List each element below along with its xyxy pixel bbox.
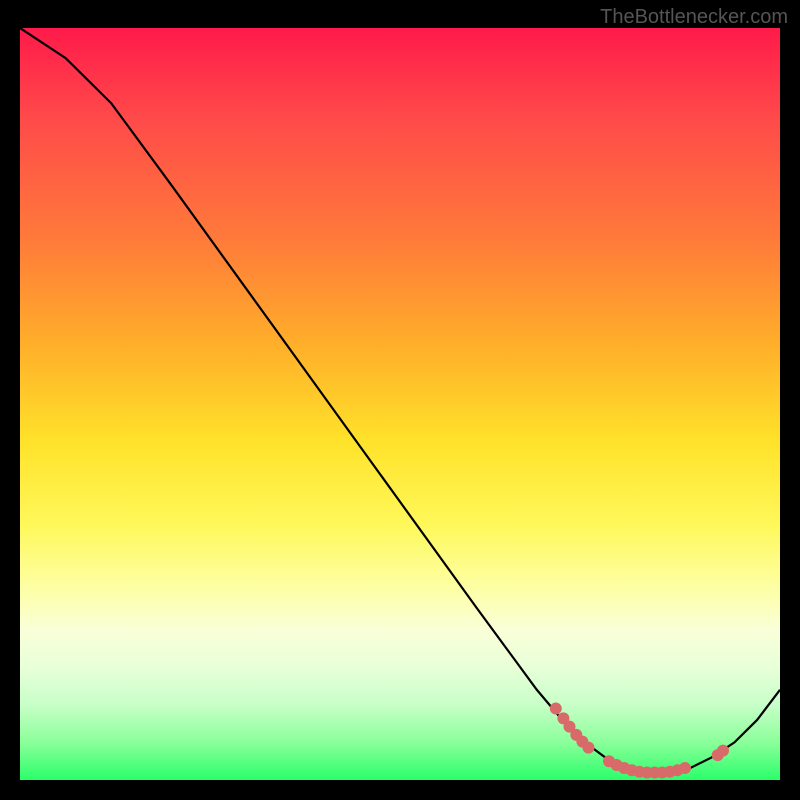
data-markers bbox=[550, 703, 729, 779]
chart-svg bbox=[20, 28, 780, 780]
data-marker bbox=[717, 745, 729, 757]
watermark-text: TheBottlenecker.com bbox=[600, 6, 788, 29]
chart-plot-area bbox=[20, 28, 780, 780]
data-marker bbox=[550, 703, 562, 715]
data-marker bbox=[679, 762, 691, 774]
curve-line bbox=[20, 28, 780, 772]
data-marker bbox=[582, 742, 594, 754]
